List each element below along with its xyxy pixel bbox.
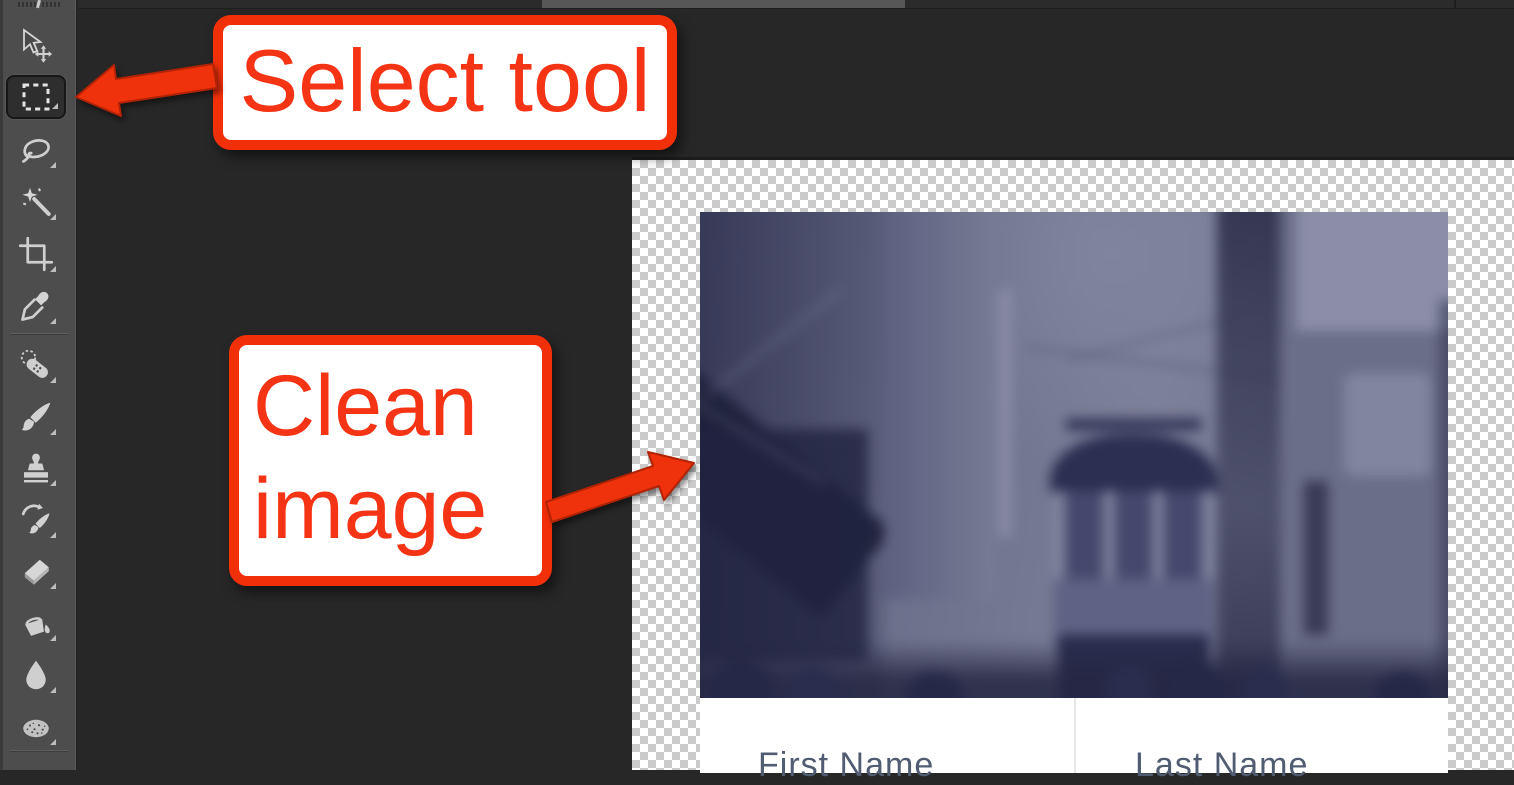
crop-icon [18,236,54,272]
paint-bucket-icon [18,605,54,641]
photo-layer[interactable] [700,212,1448,698]
active-document-tab[interactable] [542,0,905,8]
tool-flyout-indicator [50,583,56,589]
tool-flyout-indicator [50,480,56,486]
history-brush-icon [18,502,54,538]
tool-flyout-indicator [50,687,56,693]
tool-flyout-indicator [50,214,56,220]
toolbar-divider [10,333,68,334]
clone-stamp-tool-button[interactable] [10,442,62,494]
tool-flyout-indicator [52,103,58,109]
history-brush-tool-button[interactable] [10,494,62,546]
eyedropper-icon [18,288,54,324]
tool-flyout-indicator [50,266,56,272]
first-name-label: First Name [758,746,934,785]
eraser-tool-button[interactable] [10,545,62,597]
lasso-tool-button[interactable] [10,124,62,176]
arrow-to-select-tool [76,64,217,116]
tool-flyout-indicator [50,377,56,383]
document-canvas-transparency-checkerboard[interactable]: First Name Last Name [632,157,1514,770]
lasso-icon [18,132,54,168]
tool-flyout-indicator [50,429,56,435]
toolbar-divider [10,750,68,751]
tool-flyout-indicator [50,532,56,538]
healing-brush-icon [18,347,54,383]
move-icon [18,27,54,63]
paint-bucket-tool-button[interactable] [10,597,62,649]
tool-flyout-indicator [50,739,56,745]
blur-tool-button[interactable] [10,649,62,701]
healing-brush-tool-button[interactable] [10,339,62,391]
rectangular-marquee-icon [18,79,54,115]
eyedropper-tool-button[interactable] [10,280,62,332]
brush-icon [18,399,54,435]
select-tool-callout: Select tool [213,15,677,150]
blur-icon [18,657,54,693]
tab-divider [1454,0,1456,8]
crop-tool-button[interactable] [10,228,62,280]
document-tab-strip [78,0,1514,9]
tool-flyout-indicator [50,162,56,168]
eraser-icon [18,553,54,589]
sponge-icon [18,709,54,745]
move-tool-button[interactable] [10,19,62,71]
tool-flyout-indicator [50,635,56,641]
magic-wand-tool-button[interactable] [10,176,62,228]
clean-image-callout: Clean image [229,335,552,586]
form-column-divider [1074,698,1076,773]
clone-stamp-icon [18,450,54,486]
tool-flyout-indicator [50,318,56,324]
last-name-label: Last Name [1135,746,1308,785]
brush-tool-button[interactable] [10,391,62,443]
webpage-form-section: First Name Last Name [700,698,1448,773]
tools-panel [0,0,78,770]
blurred-street-scene [700,212,1448,698]
photo-editor-window: { "window": { "tab_strip": {"note": "par… [0,0,1514,770]
sponge-tool-button[interactable] [10,701,62,753]
magic-wand-icon [18,184,54,220]
rectangular-marquee-tool-button[interactable] [6,75,66,119]
